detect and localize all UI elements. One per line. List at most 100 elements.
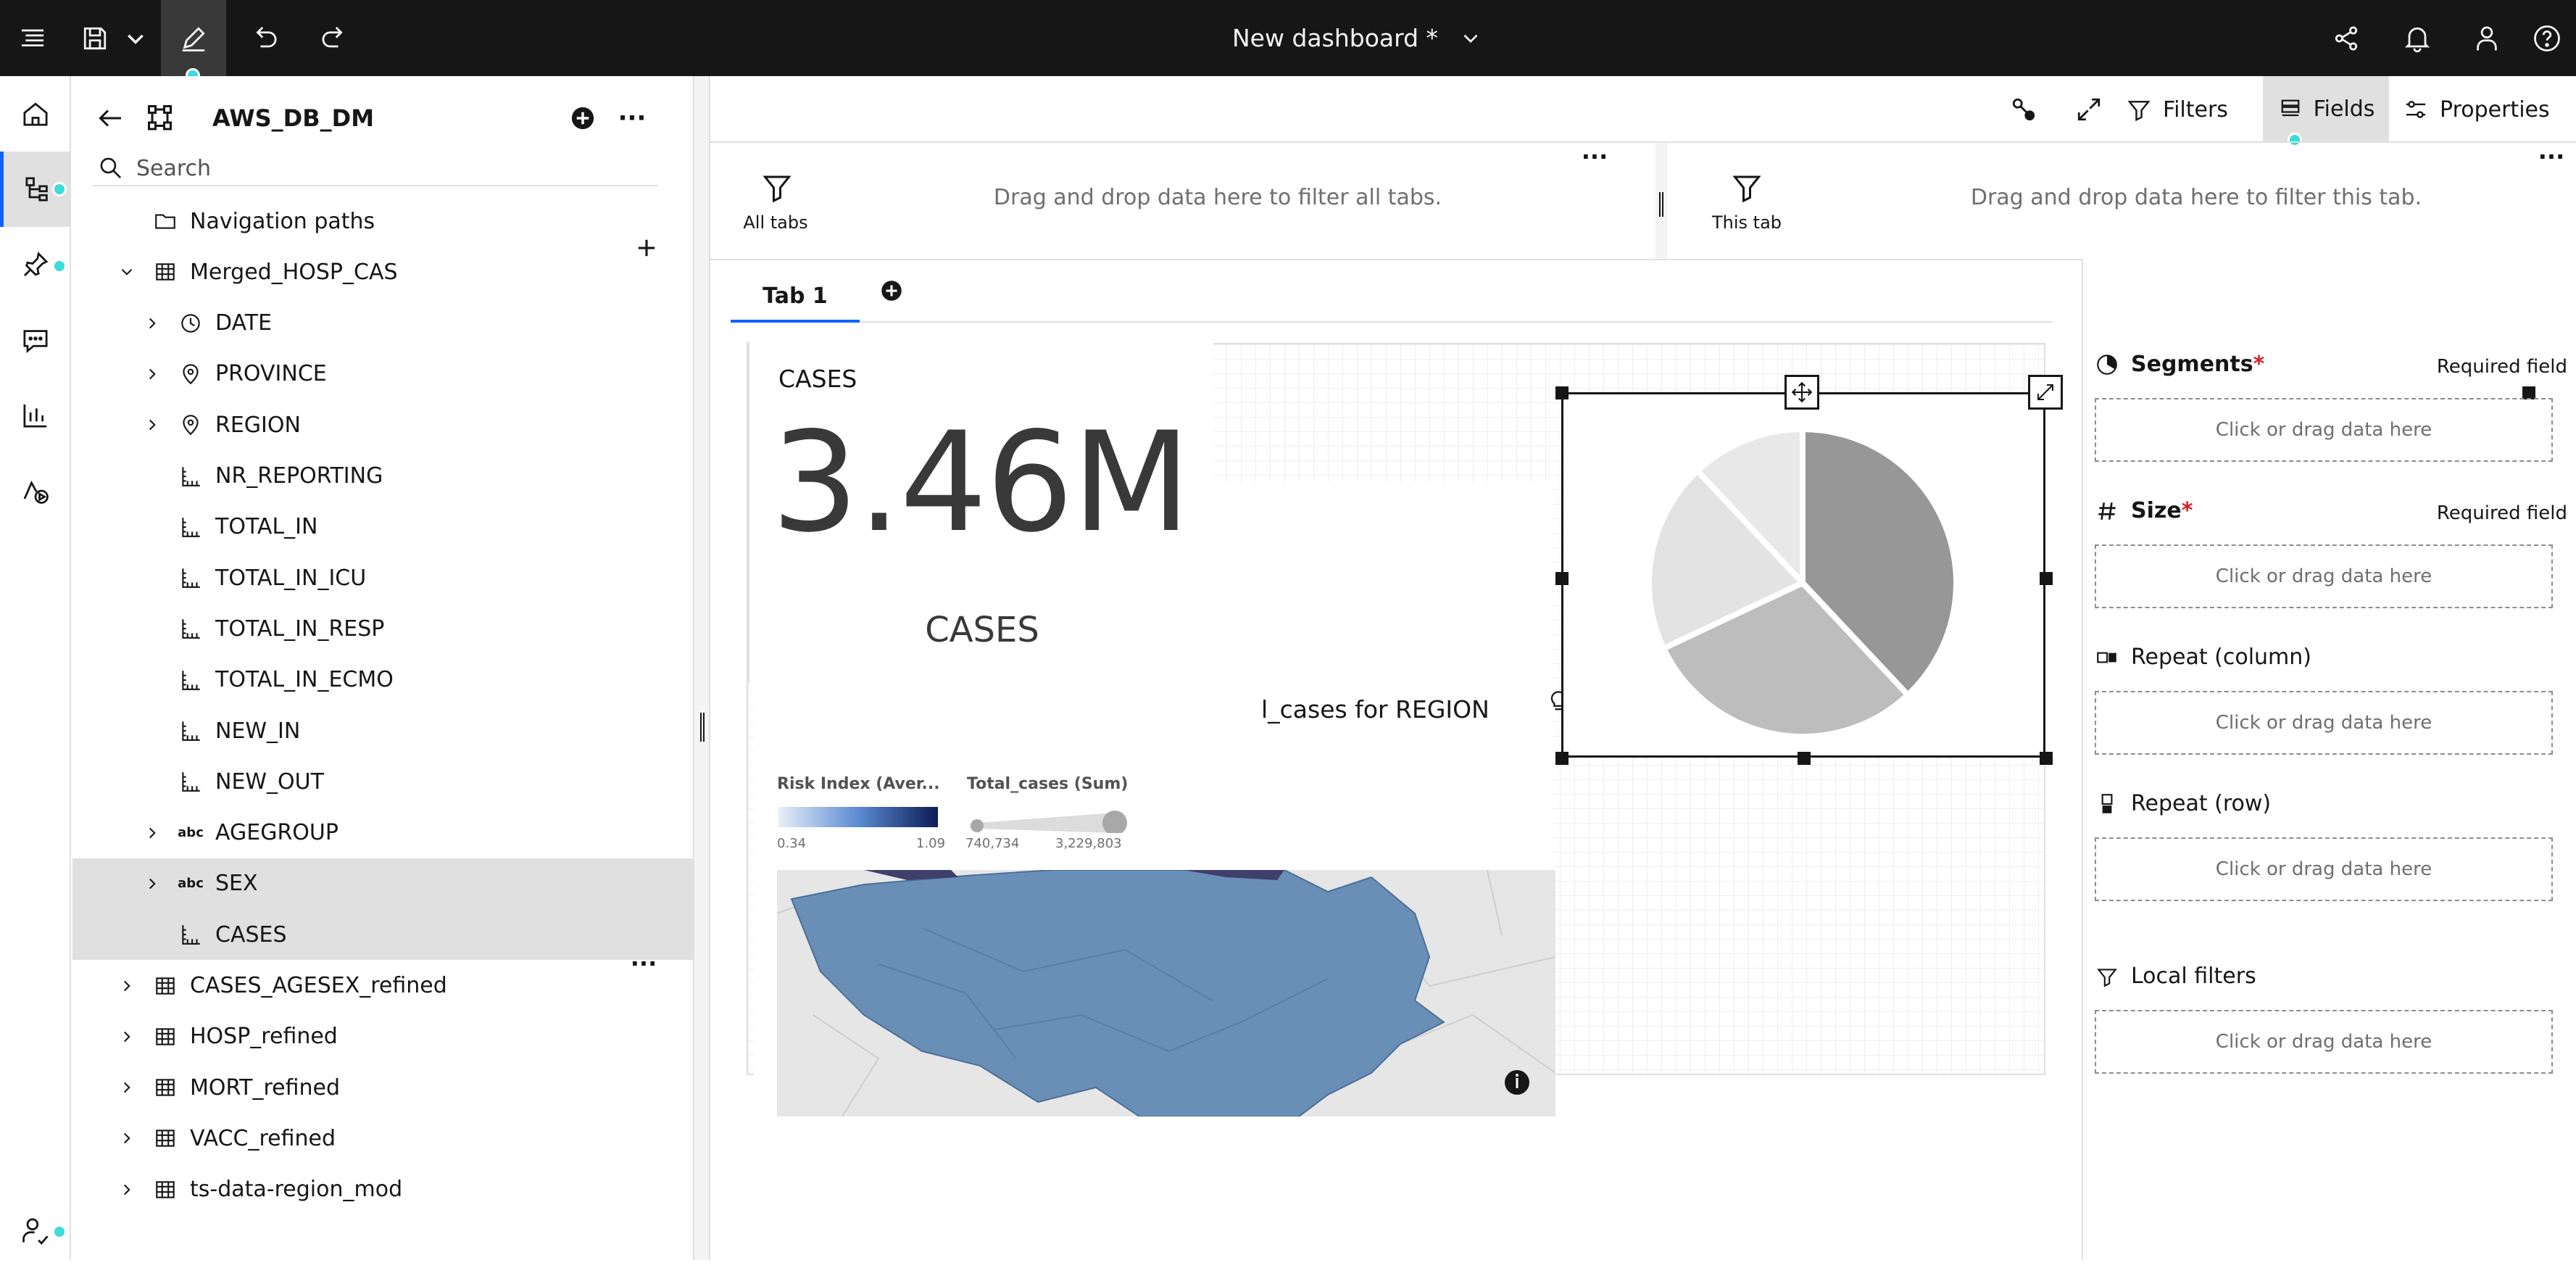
this-tab-overflow-icon[interactable]: ··· (2534, 143, 2569, 172)
tree-item[interactable]: TOTAL_IN_ECMO (72, 655, 693, 705)
tree-item[interactable]: ts-data-region_mod (72, 1164, 693, 1215)
tree-item[interactable]: CASES (72, 909, 693, 961)
resize-handle-left[interactable] (1555, 572, 1569, 585)
properties-button[interactable]: Properties (2402, 86, 2550, 133)
add-navigation-path-icon[interactable] (632, 233, 661, 262)
tree-item-label: REGION (215, 412, 301, 438)
notification-icon[interactable] (2385, 0, 2450, 76)
tree-item[interactable]: VACC_refined (72, 1113, 693, 1164)
tree-item[interactable]: MORT_refined (72, 1062, 693, 1113)
dashboard-title[interactable]: New dashboard * (1232, 0, 1483, 76)
field-slot-label: Local filters (2095, 964, 2256, 989)
chevron-right-icon[interactable] (141, 414, 163, 436)
maximize-icon[interactable] (2028, 375, 2063, 410)
properties-icon (2406, 101, 2426, 118)
edit-icon[interactable] (161, 0, 226, 76)
tree-item[interactable]: REGION (72, 399, 693, 450)
tree-item[interactable]: abc SEX (72, 858, 693, 909)
assistant-icon[interactable] (0, 453, 71, 529)
resize-handle-bottom[interactable] (1798, 752, 1811, 765)
add-circle-icon[interactable] (567, 102, 599, 134)
tree-item[interactable]: DATE (72, 298, 693, 349)
tree-item[interactable]: HOSP_refined (72, 1011, 693, 1062)
pie-chart[interactable] (1643, 423, 1962, 742)
chat-icon[interactable] (0, 302, 71, 378)
drop-zone[interactable]: Click or drag data here (2095, 691, 2553, 755)
all-tabs-label: All tabs (743, 212, 808, 233)
chevron-right-icon[interactable] (116, 1179, 138, 1201)
chevron-right-icon[interactable] (116, 1077, 138, 1098)
connection-icon[interactable] (2008, 94, 2040, 125)
tree-item[interactable]: NEW_OUT (72, 756, 693, 807)
fields-button[interactable]: Fields (2263, 76, 2389, 141)
tree-item[interactable]: TOTAL_IN_RESP (72, 603, 693, 654)
chevron-down-icon[interactable] (116, 261, 138, 283)
this-tab-filter-zone[interactable]: This tab Drag and drop data here to filt… (1667, 143, 2576, 259)
tree-item-label: NEW_OUT (215, 768, 324, 795)
source-tree-icon[interactable] (144, 101, 178, 136)
field-slot-name: Local filters (2131, 964, 2256, 989)
tab-1[interactable]: Tab 1 (731, 272, 860, 323)
save-icon[interactable] (70, 0, 120, 76)
table-icon (153, 1126, 178, 1151)
pie-widget[interactable] (1561, 392, 2045, 758)
undo-icon[interactable] (232, 0, 297, 76)
search-field[interactable]: Search (93, 152, 658, 186)
all-tabs-overflow-icon[interactable]: ··· (1577, 143, 1612, 172)
home-icon[interactable] (0, 76, 71, 152)
tree-item[interactable]: NR_REPORTING (72, 451, 693, 502)
tree-item[interactable]: CASES_AGESEX_refined (72, 961, 693, 1011)
drop-zone[interactable]: Click or drag data here (2095, 398, 2553, 462)
splitter-grip[interactable] (700, 713, 705, 742)
panel-splitter[interactable] (693, 76, 710, 1260)
resize-handle-bottom-left[interactable] (1555, 752, 1569, 765)
map-area[interactable] (777, 870, 1555, 1116)
tree-item[interactable]: PROVINCE (72, 349, 693, 399)
legend-color-ramp (778, 807, 938, 827)
kpi-widget[interactable]: CASES 3.46M CASES (748, 341, 1213, 682)
chevron-right-icon[interactable] (116, 1026, 138, 1048)
chevron-right-icon[interactable] (116, 975, 138, 997)
all-tabs-filter-zone[interactable]: All tabs Drag and drop data here to filt… (710, 143, 1655, 259)
fullscreen-icon[interactable] (2073, 94, 2105, 125)
tree-item-label: NEW_IN (215, 718, 301, 744)
move-icon[interactable] (1784, 375, 1819, 410)
drop-zone[interactable]: Click or drag data here (2095, 837, 2553, 901)
filters-button[interactable]: Filters (2125, 86, 2228, 133)
menu-icon[interactable] (0, 0, 65, 76)
chevron-down-icon[interactable] (116, 0, 155, 76)
back-arrow-icon[interactable] (93, 101, 128, 136)
user-icon[interactable] (2454, 0, 2519, 76)
chevron-right-icon[interactable] (141, 363, 163, 385)
field-overflow-menu-icon[interactable]: ··· (628, 948, 660, 979)
resize-handle-bottom-right[interactable] (2040, 752, 2053, 765)
measure-icon (178, 565, 203, 590)
add-tab-icon[interactable] (877, 276, 906, 305)
tree-item[interactable]: Merged_HOSP_CAS (72, 246, 693, 297)
this-tab-label: This tab (1711, 212, 1782, 233)
resize-handle-top-left[interactable] (1555, 386, 1569, 399)
chevron-right-icon[interactable] (141, 873, 163, 895)
tree-item[interactable]: abc AGEGROUP (72, 808, 693, 858)
chevron-right-icon[interactable] (141, 822, 163, 844)
share-icon[interactable] (2314, 0, 2379, 76)
tree-item[interactable]: Navigation paths (72, 196, 693, 246)
tree-item[interactable]: NEW_IN (72, 705, 693, 756)
resize-handle-right[interactable] (2040, 572, 2053, 585)
tree-item[interactable]: TOTAL_IN_ICU (72, 552, 693, 603)
filter-zone-splitter[interactable] (1655, 143, 1667, 259)
drop-zone[interactable]: Click or drag data here (2095, 544, 2553, 608)
chevron-right-icon[interactable] (141, 312, 163, 334)
measure-icon (178, 616, 203, 641)
all-tabs-hint: Drag and drop data here to filter all ta… (993, 185, 1442, 210)
measure-icon (178, 668, 203, 692)
drop-zone[interactable]: Click or drag data here (2095, 1010, 2553, 1074)
visualizations-icon[interactable] (0, 378, 71, 453)
source-overflow-menu-icon[interactable]: ··· (616, 102, 648, 134)
required-marker: * (2253, 352, 2265, 377)
title-chevron-down-icon[interactable] (1458, 26, 1483, 51)
help-icon[interactable] (2518, 0, 2576, 76)
chevron-right-icon[interactable] (116, 1127, 138, 1149)
redo-icon[interactable] (302, 0, 367, 76)
tree-item[interactable]: TOTAL_IN (72, 502, 693, 552)
